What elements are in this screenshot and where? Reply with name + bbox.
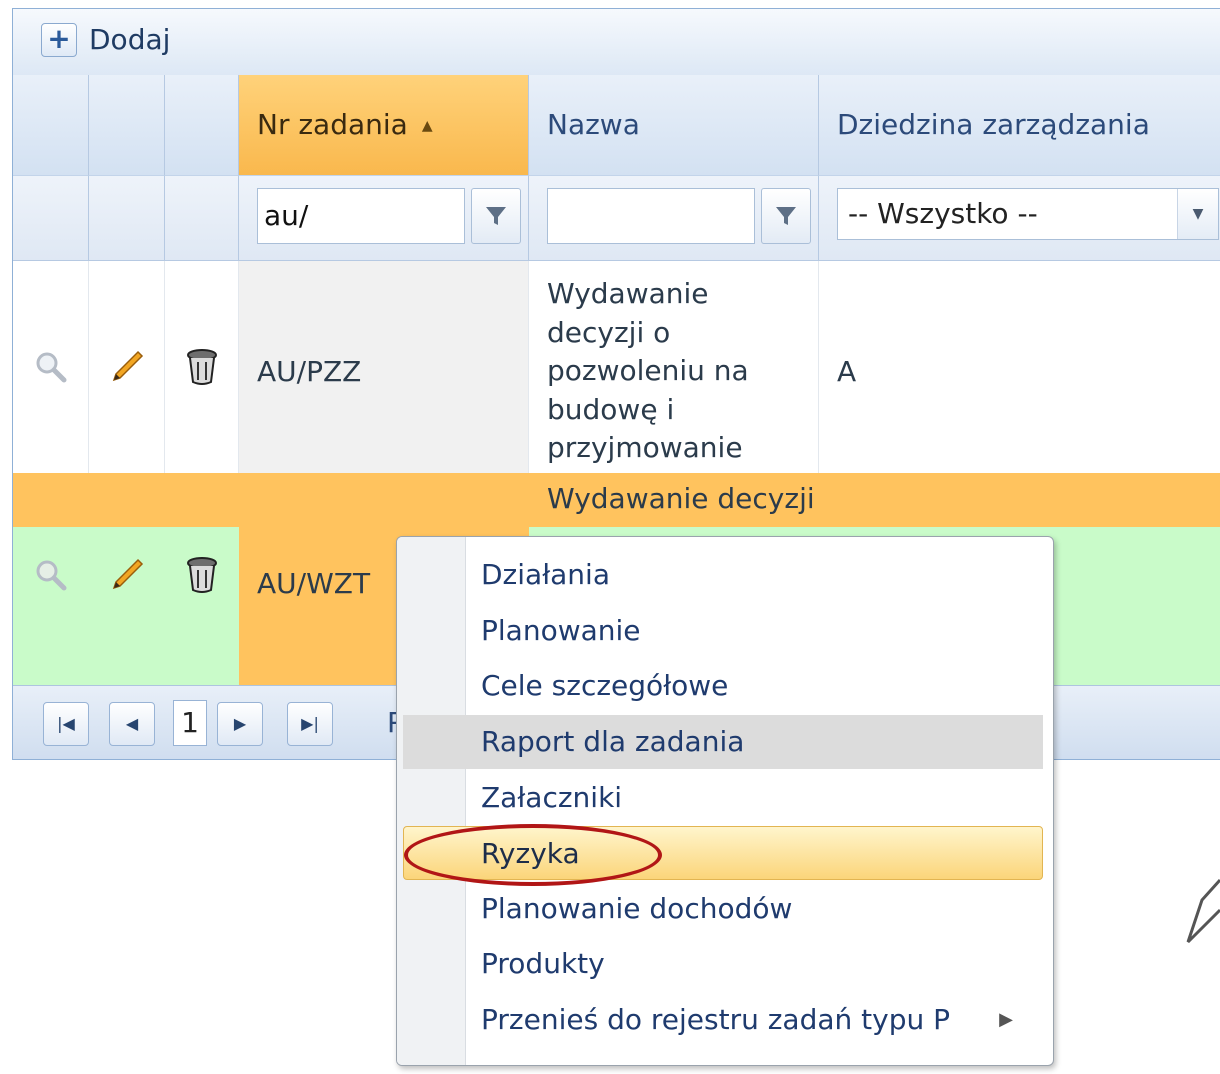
magnifier-icon[interactable] — [33, 349, 69, 385]
annotation-highlight-ring — [404, 824, 662, 886]
pencil-icon[interactable] — [108, 348, 146, 386]
delete-cell[interactable] — [165, 261, 239, 473]
nr-value: AU/PZZ — [257, 355, 362, 388]
header-cell-delete — [165, 75, 239, 175]
header-nazwa[interactable]: Nazwa — [529, 75, 819, 175]
menu-item-label: Przenieś do rejestru zadań typu P — [481, 1003, 951, 1036]
nazwa-value: Wydawanie decyzji o pozwoleniu na budowę… — [547, 277, 749, 503]
nr-value: AU/WZT — [257, 567, 371, 600]
menu-item-przenies[interactable]: Przenieś do rejestru zadań typu P ▶ — [403, 993, 1043, 1047]
header-cell-view — [13, 75, 89, 175]
nazwa-value: Wydawanie decyzji — [547, 482, 815, 515]
filter-cell-empty — [13, 175, 89, 261]
filter-nazwa-button[interactable] — [761, 188, 811, 244]
header-nazwa-label: Nazwa — [547, 108, 640, 141]
submenu-arrow-icon: ▶ — [999, 1009, 1013, 1030]
dziedzina-cell: A — [819, 261, 1220, 473]
page-number[interactable]: 1 — [173, 700, 207, 746]
prev-page-icon: ◀ — [125, 714, 139, 733]
last-page-icon: ▶| — [301, 714, 319, 733]
view-cell[interactable] — [13, 261, 89, 473]
nazwa-cell: Wydawanie decyzji o pozwoleniu na budowę… — [529, 261, 819, 503]
menu-item-produkty[interactable]: Produkty — [403, 937, 1043, 991]
filter-dziedzina-value: -- Wszystko -- — [848, 197, 1038, 230]
filter-nr-input[interactable]: au/ — [257, 188, 465, 244]
edit-cell[interactable] — [89, 261, 165, 473]
menu-item-planowanie-dochodow[interactable]: Planowanie dochodów — [403, 882, 1043, 936]
filter-dziedzina-select[interactable]: -- Wszystko -- ▼ — [837, 188, 1219, 240]
header-cell-edit — [89, 75, 165, 175]
delete-cell[interactable] — [165, 527, 239, 685]
filter-funnel-icon — [776, 207, 796, 225]
context-menu: Działania Planowanie Cele szczegółowe Ra… — [396, 536, 1054, 1066]
filter-dziedzina-cell: -- Wszystko -- ▼ — [819, 175, 1220, 261]
star-outline-icon — [1186, 878, 1220, 944]
filter-nr-button[interactable] — [471, 188, 521, 244]
filter-nazwa-input[interactable] — [547, 188, 755, 244]
trash-icon[interactable] — [185, 556, 219, 594]
menu-item-dzialania[interactable]: Działania — [403, 548, 1043, 602]
menu-item-cele-szczegolowe[interactable]: Cele szczegółowe — [403, 659, 1043, 713]
prev-page-button[interactable]: ◀ — [109, 702, 155, 746]
menu-item-planowanie[interactable]: Planowanie — [403, 604, 1043, 658]
menu-item-label: Załaczniki — [481, 781, 623, 814]
filter-cell-empty — [165, 175, 239, 261]
header-dziedzina[interactable]: Dziedzina zarządzania — [819, 75, 1220, 175]
last-page-button[interactable]: ▶| — [287, 702, 333, 746]
menu-item-label: Cele szczegółowe — [481, 669, 729, 702]
trash-icon[interactable] — [185, 348, 219, 386]
view-cell[interactable] — [13, 527, 89, 685]
menu-item-label: Działania — [481, 558, 610, 591]
pencil-icon[interactable] — [108, 556, 146, 594]
edit-cell[interactable] — [89, 527, 165, 685]
next-page-button[interactable]: ▶ — [217, 702, 263, 746]
table-row[interactable]: AU/PZZ Wydawanie decyzji o pozwoleniu na… — [13, 261, 1220, 503]
menu-item-label: Raport dla zadania — [481, 725, 745, 758]
header-dziedzina-label: Dziedzina zarządzania — [837, 108, 1150, 141]
first-page-button[interactable]: |◀ — [43, 702, 89, 746]
header-nr-zadania[interactable]: Nr zadania ▲ — [239, 75, 529, 175]
first-page-icon: |◀ — [57, 714, 75, 733]
dziedzina-value: A — [837, 355, 857, 388]
menu-item-label: Planowanie dochodów — [481, 892, 793, 925]
menu-item-zalaczniki[interactable]: Załaczniki — [403, 771, 1043, 825]
menu-item-raport-dla-zadania[interactable]: Raport dla zadania — [403, 715, 1043, 769]
nr-cell: AU/PZZ — [239, 261, 529, 473]
filter-cell-empty — [89, 175, 165, 261]
chevron-down-icon[interactable]: ▼ — [1177, 189, 1218, 239]
filter-nr-cell: au/ — [239, 175, 529, 261]
sort-ascending-icon: ▲ — [421, 118, 433, 134]
header-nr-label: Nr zadania — [257, 108, 408, 141]
add-button-label[interactable]: Dodaj — [89, 23, 170, 56]
menu-item-label: Produkty — [481, 947, 605, 980]
menu-item-label: Planowanie — [481, 614, 641, 647]
add-button[interactable]: + — [41, 23, 77, 57]
filter-nazwa-cell — [529, 175, 819, 261]
next-page-icon: ▶ — [233, 714, 247, 733]
magnifier-icon[interactable] — [33, 557, 69, 593]
grid-toolbar: + Dodaj — [13, 9, 1220, 76]
filter-funnel-icon — [486, 207, 506, 225]
